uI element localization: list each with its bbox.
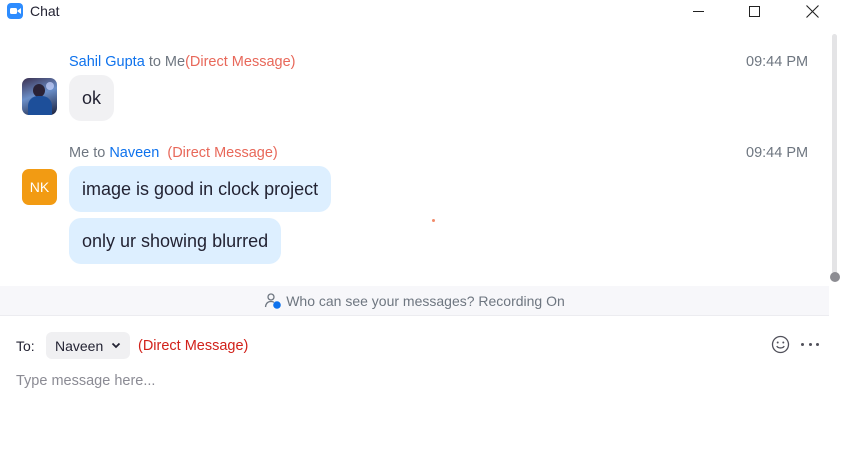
sender-name: Me: [69, 145, 90, 161]
maximize-button[interactable]: [731, 0, 777, 22]
message-bubble[interactable]: only ur showing blurred: [69, 218, 282, 264]
more-options-button[interactable]: [801, 335, 819, 354]
avatar[interactable]: [22, 78, 57, 115]
message-connector: to Me: [148, 54, 186, 70]
message-header: Me to Naveen (Direct Message): [69, 145, 278, 161]
chevron-down-icon: [111, 342, 121, 349]
decorative-dot: [432, 219, 435, 222]
message-bubble[interactable]: ok: [69, 75, 115, 121]
message-header: Sahil Gupta to Me(Direct Message): [69, 54, 295, 70]
notice-text[interactable]: Who can see your messages? Recording On: [286, 293, 565, 309]
emoji-button[interactable]: [771, 335, 790, 354]
recording-notice[interactable]: Who can see your messages? Recording On: [0, 286, 829, 316]
title-bar: Chat: [0, 0, 841, 22]
direct-message-tag: (Direct Message): [138, 338, 249, 354]
scrollbar-handle[interactable]: [830, 272, 840, 282]
direct-message-tag: (Direct Message): [185, 54, 296, 70]
message-input[interactable]: [16, 370, 816, 392]
close-icon: [805, 4, 819, 18]
window-title: Chat: [30, 3, 60, 19]
message-bubble[interactable]: image is good in clock project: [69, 166, 332, 212]
maximize-icon: [748, 5, 760, 17]
minimize-icon: [692, 10, 704, 12]
emoji-icon: [771, 335, 790, 354]
zoom-app-icon: [7, 3, 23, 19]
chat-scrollbar[interactable]: [830, 34, 838, 280]
avatar[interactable]: NK: [22, 169, 57, 205]
more-icon: [801, 343, 804, 346]
to-label: To:: [16, 338, 35, 354]
message-time: 09:44 PM: [746, 54, 809, 70]
recipient-dropdown[interactable]: Naveen: [46, 332, 130, 359]
message-connector: to: [93, 145, 106, 161]
minimize-button[interactable]: [675, 0, 721, 22]
scrollbar-thumb[interactable]: [832, 34, 837, 274]
close-button[interactable]: [789, 0, 835, 22]
recipient-name[interactable]: Naveen: [109, 145, 159, 161]
sender-name[interactable]: Sahil Gupta: [69, 54, 145, 70]
direct-message-tag: (Direct Message): [167, 145, 278, 161]
recipient-selected: Naveen: [55, 337, 104, 354]
privacy-user-icon: [264, 292, 282, 310]
message-time: 09:44 PM: [746, 145, 809, 161]
